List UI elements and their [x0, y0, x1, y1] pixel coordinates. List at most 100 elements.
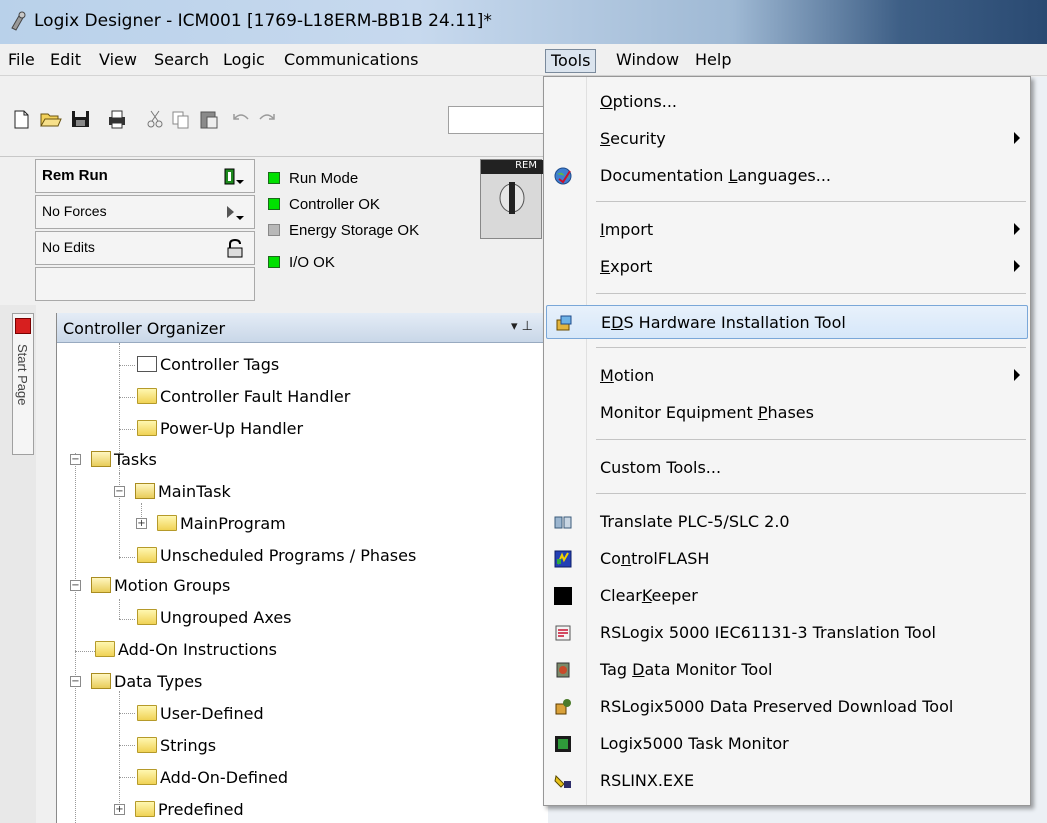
- expand-icon[interactable]: +: [114, 804, 125, 815]
- tree-item-label: MainTask: [158, 482, 231, 501]
- tree-item-add-on-defined[interactable]: Add-On-Defined: [137, 765, 288, 791]
- tree-item-ungrouped-axes[interactable]: Ungrouped Axes: [137, 605, 292, 631]
- menu-search[interactable]: Search: [149, 49, 214, 73]
- controller-organizer: Controller Organizer ▾ ⊥ Controller Tags…: [56, 313, 549, 823]
- new-file-icon[interactable]: [10, 109, 32, 129]
- menu-item-security[interactable]: Security: [546, 122, 1028, 156]
- datatype-folder-icon: [137, 705, 157, 721]
- menu-tools[interactable]: Tools: [545, 49, 597, 73]
- tree-item-label: Strings: [160, 736, 217, 755]
- tools-menu: Options... Security Documentation Langua…: [543, 76, 1031, 806]
- keyswitch-label: REM: [481, 160, 543, 174]
- menu-window[interactable]: Window: [611, 49, 684, 73]
- mode-dropdown-icon[interactable]: [224, 168, 246, 186]
- menu-item-tag-data-monitor-tool[interactable]: Tag Data Monitor Tool: [546, 653, 1028, 687]
- title-bar: Logix Designer - ICM001 [1769-L18ERM-BB1…: [0, 0, 1047, 44]
- pin-icon[interactable]: ▾ ⊥: [511, 319, 533, 334]
- forces-box[interactable]: No Forces: [35, 195, 255, 229]
- tree-item-controller-fault-handler[interactable]: Controller Fault Handler: [137, 384, 350, 410]
- menu-edit[interactable]: Edit: [45, 49, 86, 73]
- run-mode-indicator: Run Mode: [268, 170, 358, 187]
- redo-icon[interactable]: [256, 109, 278, 129]
- folder-icon: [137, 420, 157, 436]
- submenu-arrow-icon: [1014, 260, 1020, 272]
- cut-icon[interactable]: [144, 109, 166, 129]
- menu-item-options[interactable]: Options...: [546, 85, 1028, 119]
- controlflash-icon: [554, 550, 572, 568]
- start-page-arrow-icon: [15, 318, 31, 334]
- expand-icon[interactable]: +: [136, 518, 147, 529]
- menu-item-label: Tag Data Monitor Tool: [600, 660, 773, 679]
- menu-item-label: Documentation Languages...: [600, 166, 831, 185]
- toolbar-combo-box[interactable]: [448, 106, 548, 134]
- tree-item-data-types[interactable]: Data Types: [91, 669, 202, 695]
- menu-item-custom-tools[interactable]: Custom Tools...: [546, 451, 1028, 485]
- tree-item-main-task[interactable]: MainTask: [135, 479, 231, 505]
- edits-box[interactable]: No Edits: [35, 231, 255, 265]
- tree-item-power-up-handler[interactable]: Power-Up Handler: [137, 416, 303, 442]
- collapse-icon[interactable]: −: [114, 486, 125, 497]
- controller-ok-indicator: Controller OK: [268, 196, 380, 213]
- led-icon: [268, 256, 280, 268]
- menu-communications[interactable]: Communications: [279, 49, 423, 73]
- save-icon[interactable]: [70, 109, 92, 129]
- menu-item-iec-translation-tool[interactable]: RSLogix 5000 IEC61131-3 Translation Tool: [546, 616, 1028, 650]
- menu-help[interactable]: Help: [690, 49, 736, 73]
- menu-item-monitor-equipment-phases[interactable]: Monitor Equipment Phases: [546, 396, 1028, 430]
- start-page-label: Start Page: [15, 344, 30, 406]
- menu-item-eds-hardware-installation-tool[interactable]: EDS Hardware Installation Tool: [546, 305, 1028, 339]
- menu-logic[interactable]: Logic: [218, 49, 270, 73]
- start-page-tab[interactable]: Start Page: [12, 313, 34, 455]
- io-ok-indicator: I/O OK: [268, 254, 335, 271]
- mode-box[interactable]: Rem Run: [35, 159, 255, 193]
- tree-item-tasks[interactable]: Tasks: [91, 447, 157, 473]
- tree-item-motion-groups[interactable]: Motion Groups: [91, 573, 230, 599]
- tree-line: [119, 557, 135, 558]
- tree-item-controller-tags[interactable]: Controller Tags: [137, 352, 279, 378]
- rslinx-icon: [554, 774, 571, 788]
- tree-item-strings[interactable]: Strings: [137, 733, 216, 759]
- print-icon[interactable]: [106, 109, 128, 129]
- tree-item-user-defined[interactable]: User-Defined: [137, 701, 264, 727]
- open-folder-icon[interactable]: [40, 109, 62, 129]
- undo-icon[interactable]: [230, 109, 252, 129]
- menu-item-motion[interactable]: Motion: [546, 359, 1028, 393]
- tree-item-label: Controller Tags: [160, 355, 280, 374]
- iec-translation-icon: [555, 625, 571, 641]
- menu-item-export[interactable]: Export: [546, 250, 1028, 284]
- paste-icon[interactable]: [198, 109, 220, 129]
- collapse-icon[interactable]: −: [70, 676, 81, 687]
- led-icon: [268, 224, 280, 236]
- menu-item-import[interactable]: Import: [546, 213, 1028, 247]
- eds-hardware-icon: [556, 315, 572, 331]
- tree-item-add-on-instructions[interactable]: Add-On Instructions: [95, 637, 277, 663]
- menu-item-task-monitor[interactable]: Logix5000 Task Monitor: [546, 727, 1028, 761]
- menu-item-documentation-languages[interactable]: Documentation Languages...: [546, 159, 1028, 193]
- collapse-icon[interactable]: −: [70, 580, 81, 591]
- tree-item-unscheduled-programs[interactable]: Unscheduled Programs / Phases: [137, 543, 416, 569]
- tree-line: [119, 599, 120, 619]
- datatype-folder-icon: [137, 769, 157, 785]
- energy-storage-indicator: Energy Storage OK: [268, 222, 419, 239]
- tree-item-label: Unscheduled Programs / Phases: [160, 546, 417, 565]
- task-folder-icon: [135, 483, 155, 499]
- menu-item-controlflash[interactable]: ControlFLASH: [546, 542, 1028, 576]
- menu-item-rslinx[interactable]: RSLINX.EXE: [546, 764, 1028, 798]
- led-icon: [268, 172, 280, 184]
- collapse-icon[interactable]: −: [70, 454, 81, 465]
- tree-item-main-program[interactable]: MainProgram: [157, 511, 286, 537]
- tree-item-label: Controller Fault Handler: [160, 387, 351, 406]
- menu-item-translate-plc5[interactable]: Translate PLC-5/SLC 2.0: [546, 505, 1028, 539]
- menu-item-clearkeeper[interactable]: ClearKeeper: [546, 579, 1028, 613]
- menu-separator: [596, 347, 1026, 348]
- tree-line: [119, 691, 120, 811]
- menu-file[interactable]: File: [3, 49, 40, 73]
- open-folder-icon: [91, 577, 111, 593]
- copy-icon[interactable]: [170, 109, 192, 129]
- menu-item-label: ControlFLASH: [600, 549, 710, 568]
- tree-item-predefined[interactable]: Predefined: [135, 797, 244, 823]
- forces-dropdown-icon[interactable]: [224, 204, 246, 222]
- mode-label: Rem Run: [42, 167, 108, 184]
- menu-view[interactable]: View: [94, 49, 142, 73]
- menu-item-data-preserved-download-tool[interactable]: RSLogix5000 Data Preserved Download Tool: [546, 690, 1028, 724]
